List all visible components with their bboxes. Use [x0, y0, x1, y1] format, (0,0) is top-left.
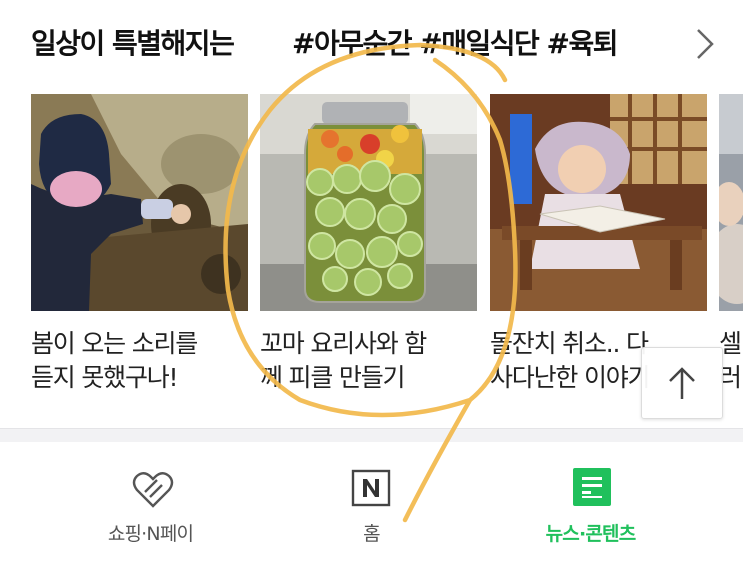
card-carousel[interactable]: 봄이 오는 소리를 듣지 못했구나! 꼬마 요리사와 함 께 피클 만들기 돌잔…: [0, 94, 743, 414]
heart-tag-icon: [131, 468, 174, 508]
more-button[interactable]: [690, 26, 720, 62]
tab-shopping[interactable]: 쇼핑·N페이: [27, 442, 274, 561]
hashtag-links[interactable]: #아무순간 #매일식단 #육퇴: [292, 22, 618, 62]
bottom-tab-bar: 쇼핑·N페이 홈 뉴스·콘텐츠: [0, 442, 743, 561]
tab-label: 뉴스·콘텐츠: [545, 523, 637, 545]
section-title: 일상이 특별해지는: [31, 27, 235, 60]
section-header: 일상이 특별해지는 #아무순간 #매일식단 #육퇴: [0, 0, 743, 90]
card-thumbnail: [719, 94, 743, 311]
tab-label: 홈: [363, 523, 380, 545]
tab-label: 쇼핑·N페이: [107, 523, 194, 545]
naver-n-icon: [351, 468, 391, 508]
news-icon: [573, 468, 613, 508]
card-thumbnail: [31, 94, 248, 311]
tab-home[interactable]: 홈: [248, 442, 495, 561]
arrow-up-icon: [669, 367, 695, 399]
scroll-to-top-button[interactable]: [641, 347, 723, 419]
card-thumbnail: [260, 94, 477, 311]
section-divider: [0, 428, 743, 443]
card-thumbnail: [490, 94, 707, 311]
chevron-right-icon: [697, 29, 714, 59]
tab-news[interactable]: 뉴스·콘텐츠: [467, 442, 714, 561]
